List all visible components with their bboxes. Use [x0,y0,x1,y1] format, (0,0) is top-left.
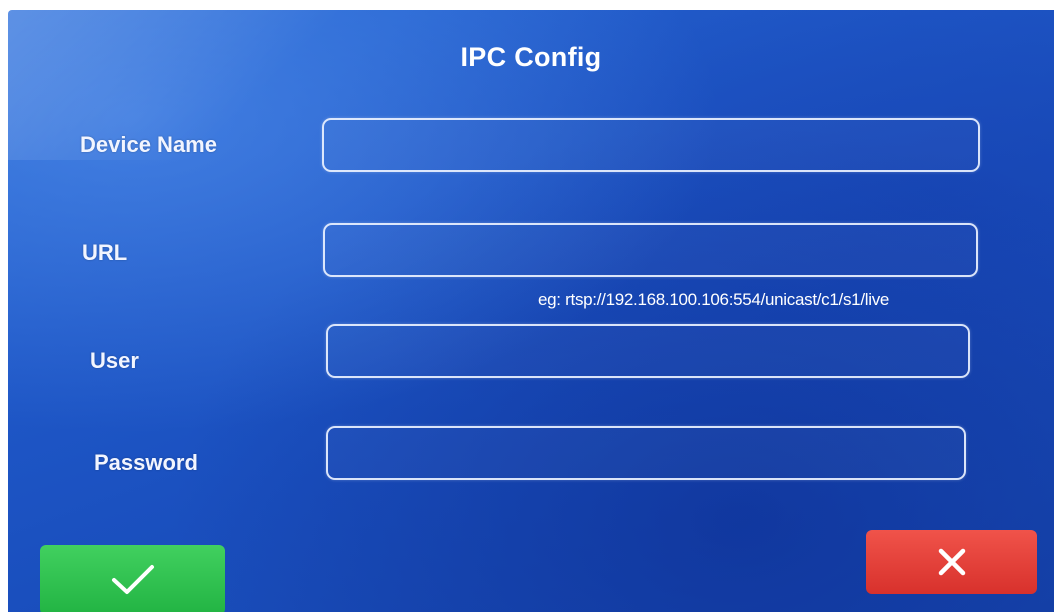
cancel-button[interactable] [866,530,1037,594]
password-input[interactable] [326,426,966,480]
ipc-config-screen: IPC Config Device Name URL eg: rtsp://19… [8,10,1054,612]
close-icon [938,548,965,576]
device-name-input[interactable] [322,118,980,172]
page-title: IPC Config [460,42,602,72]
user-input[interactable] [326,324,970,378]
user-label: User [90,348,139,373]
checkmark-icon [111,565,154,594]
url-label: URL [82,240,128,265]
device-name-label: Device Name [80,132,217,157]
password-label: Password [94,450,198,475]
url-example-hint: eg: rtsp://192.168.100.106:554/unicast/c… [538,290,890,309]
confirm-button[interactable] [40,545,225,612]
url-input[interactable] [323,223,978,277]
